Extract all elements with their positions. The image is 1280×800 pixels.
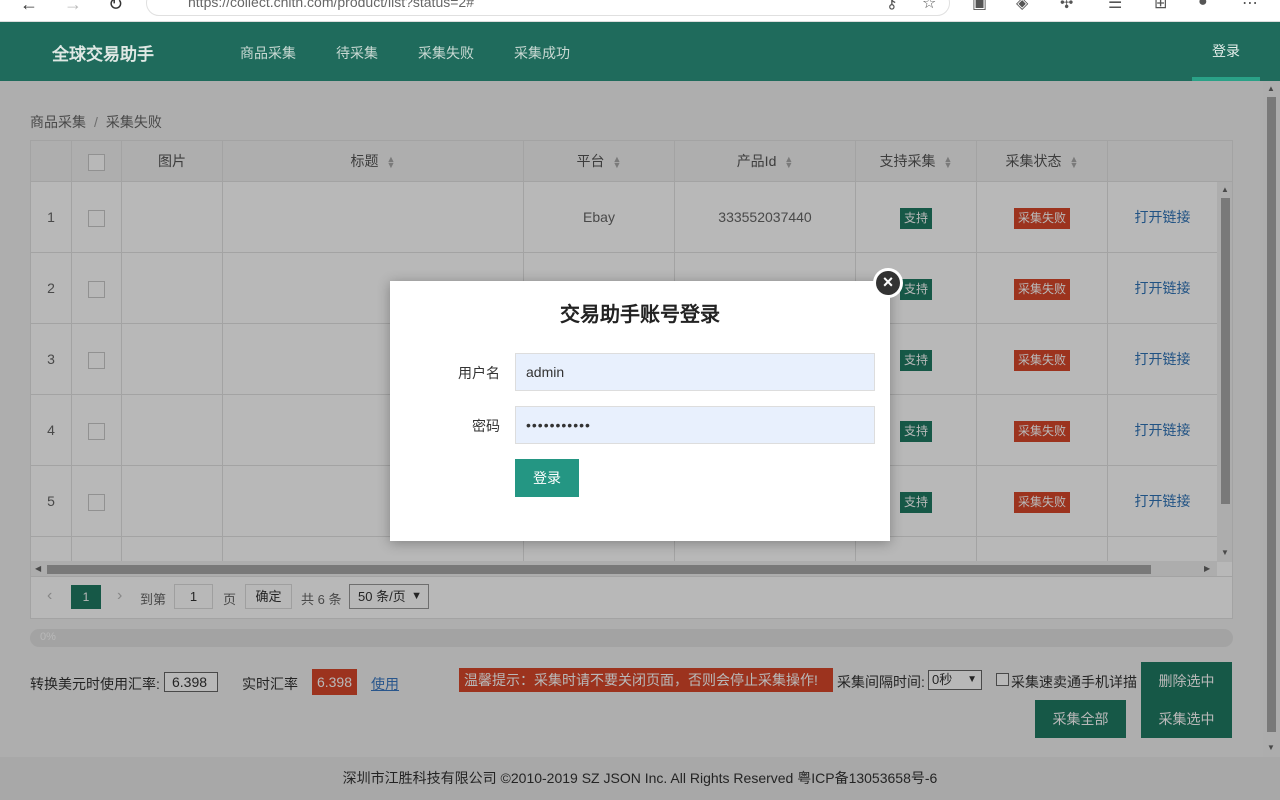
more-icon[interactable]: ⋯ — [1242, 0, 1258, 13]
collections-icon[interactable]: ⊞ — [1154, 0, 1167, 13]
top-nav: 全球交易助手 商品采集 待采集 采集失败 采集成功 登录 — [0, 22, 1280, 81]
username-input[interactable]: admin — [515, 353, 875, 391]
modal-title: 交易助手账号登录 — [560, 304, 720, 326]
back-icon[interactable]: ← — [20, 0, 38, 15]
login-submit-button[interactable]: 登录 — [515, 459, 579, 497]
modal-close-button[interactable]: × — [873, 268, 903, 298]
favorites-icon[interactable]: ☰ — [1108, 0, 1122, 13]
username-label: 用户名 — [458, 365, 500, 381]
refresh-icon[interactable]: ↻ — [108, 0, 123, 15]
address-url[interactable]: https://collect.chitn.com/product/list?s… — [188, 0, 474, 10]
nav-failed[interactable]: 采集失败 — [418, 43, 474, 63]
password-input[interactable]: ••••••••••• — [515, 406, 875, 444]
nav-pending[interactable]: 待采集 — [336, 43, 378, 63]
app-logo[interactable]: 全球交易助手 — [52, 40, 154, 65]
forward-icon[interactable]: → — [64, 0, 82, 15]
login-modal: 交易助手账号登录 用户名 admin 密码 ••••••••••• 登录 — [390, 281, 890, 541]
header-login-link[interactable]: 登录 — [1192, 22, 1260, 81]
profile-icon[interactable]: ● — [1198, 0, 1208, 11]
key-icon[interactable]: ⚷ — [886, 0, 898, 13]
shield-icon[interactable]: ◈ — [1016, 0, 1028, 13]
extension-icon[interactable]: ▣ — [972, 0, 987, 13]
password-label: 密码 — [472, 418, 500, 434]
nav-collect[interactable]: 商品采集 — [240, 43, 296, 63]
nav-success[interactable]: 采集成功 — [514, 43, 570, 63]
favorite-add-icon[interactable]: ☆ — [922, 0, 936, 13]
close-icon[interactable]: × — [876, 271, 900, 295]
browser-toolbar: ← → ↻ https://collect.chitn.com/product/… — [0, 0, 1280, 22]
puzzle-icon[interactable]: ✣ — [1060, 0, 1073, 13]
